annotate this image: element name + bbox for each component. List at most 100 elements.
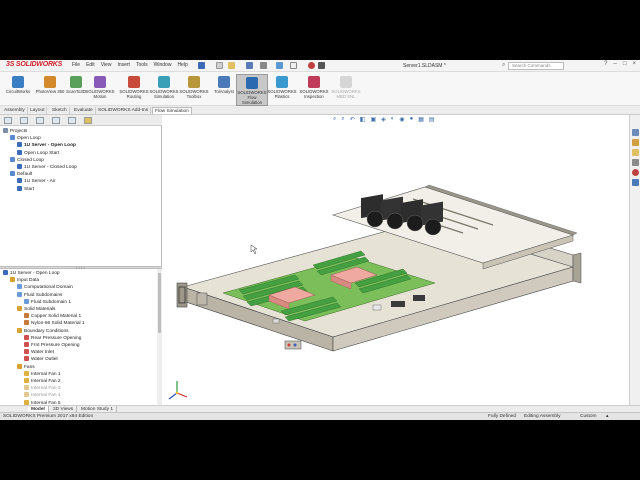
menu-help[interactable]: Help — [177, 62, 187, 68]
tree-item[interactable]: Fluid Subdomains — [17, 291, 62, 299]
save-icon[interactable] — [246, 62, 253, 69]
undo-icon[interactable] — [276, 62, 283, 69]
tree-item[interactable]: 1U Server - Air — [17, 178, 55, 185]
document-title: Server1.SLDASM * — [403, 63, 446, 69]
tree-item-label: Open Loop Start — [24, 150, 60, 156]
property-manager-tab-icon[interactable] — [20, 117, 28, 124]
ribbon-solidworks-plastics-button[interactable]: SOLIDWORKS Plastics — [266, 74, 298, 106]
menu-view[interactable]: View — [101, 62, 112, 68]
tree-item[interactable]: Input Data — [10, 277, 39, 284]
tree-item-label: Water Outlet — [31, 357, 58, 363]
tree-item[interactable]: 1U Server - Open Loop — [17, 142, 76, 149]
tree-node-icon — [3, 270, 8, 275]
tab-sketch[interactable]: Sketch — [50, 107, 70, 114]
new-document-icon[interactable] — [216, 62, 223, 69]
scrollbar-thumb[interactable] — [158, 273, 161, 333]
menu-edit[interactable]: Edit — [86, 62, 95, 68]
menu-insert[interactable]: Insert — [117, 62, 130, 68]
ribbon-solidworks-flow-simulation-button[interactable]: SOLIDWORKS Flow Simulation — [236, 74, 268, 106]
tree-item[interactable]: Water Inlet — [24, 349, 54, 356]
tree-item[interactable]: 1U Server - Open Loop — [3, 270, 60, 277]
tab-flow-simulation[interactable]: Flow Simulation — [152, 107, 192, 114]
tree-item-label: Frnt Pressure Opening — [31, 343, 80, 348]
tree-item-label: Fluid Subdomain 1 — [31, 299, 71, 305]
tree-item[interactable]: Projects — [3, 128, 27, 135]
design-library-icon[interactable] — [632, 139, 639, 146]
tree-item[interactable]: Start — [17, 185, 34, 193]
configuration-manager-tab-icon[interactable] — [36, 117, 44, 124]
close-icon[interactable]: × — [632, 61, 636, 67]
search-icon[interactable]: ⌕ — [502, 62, 505, 69]
tree-item[interactable]: Frnt Pressure Opening — [24, 342, 80, 349]
ribbon-label: CircuitWorks — [5, 89, 31, 94]
tree-item[interactable]: Water Outlet — [24, 356, 58, 363]
panel-splitter[interactable]: • • • • — [0, 266, 162, 270]
maximize-icon[interactable]: □ — [623, 61, 627, 67]
rack-ear-right — [572, 252, 582, 284]
ribbon-label: SOLIDWORKS Motion — [85, 89, 115, 99]
view-palette-icon[interactable] — [632, 159, 639, 166]
solidworks-resources-icon[interactable] — [632, 129, 639, 136]
status-bar: SOLIDWORKS Premium 2017 x64 Edition Full… — [0, 412, 640, 420]
tree-item[interactable]: Nylon-66 Solid Material 1 — [24, 320, 85, 327]
front-handle-2[interactable] — [196, 292, 208, 306]
ribbon-solidworks-routing-button[interactable]: SOLIDWORKS Routing — [118, 74, 150, 106]
title-bar: 3S SOLIDWORKS File Edit View Insert Tools Win… — [0, 60, 640, 72]
ribbon-circuitworks-button[interactable]: CircuitWorks — [2, 74, 34, 106]
tree-item[interactable]: Copper Solid Material 1 — [24, 313, 81, 320]
tree-item[interactable]: Internal Fan 2 — [24, 378, 61, 385]
rebuild-icon[interactable] — [308, 62, 315, 69]
options-icon[interactable] — [318, 62, 325, 69]
units-selector[interactable]: Custom — [580, 414, 597, 420]
tree-item[interactable]: Default — [10, 171, 32, 178]
menu-window[interactable]: Window — [154, 62, 172, 68]
chevron-up-icon[interactable]: ▴ — [606, 414, 608, 420]
tree-node-icon — [24, 320, 29, 326]
tree-item[interactable]: 1U Server - Closed Loop — [17, 164, 77, 171]
open-folder-icon[interactable] — [228, 62, 235, 69]
ribbon-solidworks-simulation-button[interactable]: SOLIDWORKS Simulation — [148, 74, 180, 106]
print-icon[interactable] — [260, 62, 267, 69]
analysis-tree-scrollbar[interactable] — [157, 269, 162, 409]
search-commands-input[interactable]: Search Commands — [508, 62, 564, 70]
tree-item[interactable]: Rear Pressure Opening — [24, 334, 81, 342]
tree-item[interactable]: Open Loop Start — [17, 149, 60, 157]
ribbon-solidworks-motion-button[interactable]: SOLIDWORKS Motion — [84, 74, 116, 106]
menu-file[interactable]: File — [72, 62, 80, 68]
tree-item[interactable]: Computational Domain — [17, 284, 73, 291]
tree-item[interactable]: Fans — [17, 363, 35, 371]
feature-tree-tab-icon[interactable] — [4, 117, 12, 124]
tree-item[interactable]: Solid Materials — [17, 306, 55, 313]
ribbon-solidworks-mbd-snl-button[interactable]: SOLIDWORKS MBD SNL — [330, 74, 362, 106]
splitter-grip[interactable]: • • • • — [76, 266, 85, 270]
menu-tools[interactable]: Tools — [136, 62, 148, 68]
tree-item-label: Solid Materials — [24, 307, 56, 312]
tree-item[interactable]: Open Loop — [10, 135, 41, 142]
tree-item[interactable]: Internal Fan 4 — [24, 392, 61, 399]
tree-node-icon — [10, 156, 15, 162]
minimize-icon[interactable]: – — [614, 61, 617, 67]
custom-properties-icon[interactable] — [632, 179, 639, 186]
tree-item[interactable]: Internal Fan 3 — [24, 385, 61, 392]
tree-item[interactable]: Fluid Subdomain 1 — [24, 298, 71, 306]
tab-layout[interactable]: Layout — [28, 107, 48, 114]
flow-analysis-tab-icon[interactable] — [84, 117, 92, 124]
photoview-360-icon — [44, 76, 56, 88]
pin-icon[interactable] — [198, 62, 205, 69]
appearances-icon[interactable] — [632, 169, 639, 176]
display-manager-tab-icon[interactable] — [68, 117, 76, 124]
tab-evaluate[interactable]: Evaluate — [72, 107, 96, 114]
tree-item[interactable]: Boundary Conditions — [17, 327, 69, 335]
ribbon-solidworks-inspection-button[interactable]: SOLIDWORKS Inspection — [298, 74, 330, 106]
tree-item[interactable]: Closed Loop — [10, 156, 44, 164]
help-icon[interactable]: ? — [604, 61, 607, 67]
ribbon-solidworks-toolbox-button[interactable]: SOLIDWORKS Toolbox — [178, 74, 210, 106]
dimxpert-tab-icon[interactable] — [52, 117, 60, 124]
server-assembly-model[interactable] — [163, 115, 629, 409]
file-explorer-icon[interactable] — [632, 149, 639, 156]
select-icon[interactable] — [290, 62, 297, 69]
tab-solidworks-add-ins[interactable]: SOLIDWORKS Add-Ins — [96, 107, 152, 114]
tree-item[interactable]: Internal Fan 1 — [24, 370, 61, 378]
tab-assembly[interactable]: Assembly — [2, 107, 28, 114]
graphics-area[interactable]: ⌕ ⌕ ↶ ◧ ▣ ◈ ◐ ◉ ● ▦ ▤ — [163, 115, 629, 409]
